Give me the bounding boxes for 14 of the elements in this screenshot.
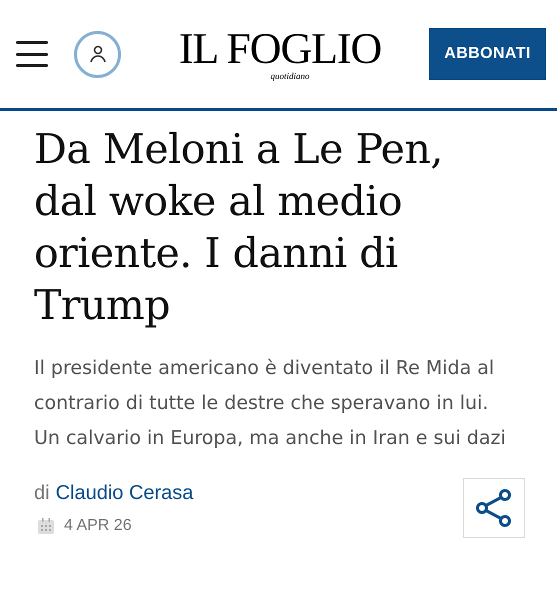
author-link[interactable]: Claudio Cerasa — [56, 478, 194, 508]
article-headline: Da Meloni a Le Pen, dal woke al medio oriente. I danni di Trump — [34, 124, 444, 331]
calendar-icon — [38, 518, 54, 534]
share-icon — [475, 488, 513, 528]
publish-date: 4 APR 26 — [64, 516, 132, 536]
logo-subtitle: quotidiano — [270, 71, 310, 81]
byline-prefix: di — [34, 481, 50, 506]
article-summary: Il presidente americano è diventato il Re Mida al contrario di tutte le destre che speravano in lui. Un calvario in Europa, ma anche in Iran e sui dazi — [34, 356, 507, 451]
logo[interactable]: IL FOGLIO — [178, 27, 382, 71]
subscribe-button[interactable]: ABBONATI — [429, 28, 546, 80]
account-button[interactable] — [74, 30, 121, 78]
share-button[interactable] — [463, 478, 525, 538]
menu-button[interactable] — [16, 41, 50, 67]
user-icon — [88, 44, 108, 64]
